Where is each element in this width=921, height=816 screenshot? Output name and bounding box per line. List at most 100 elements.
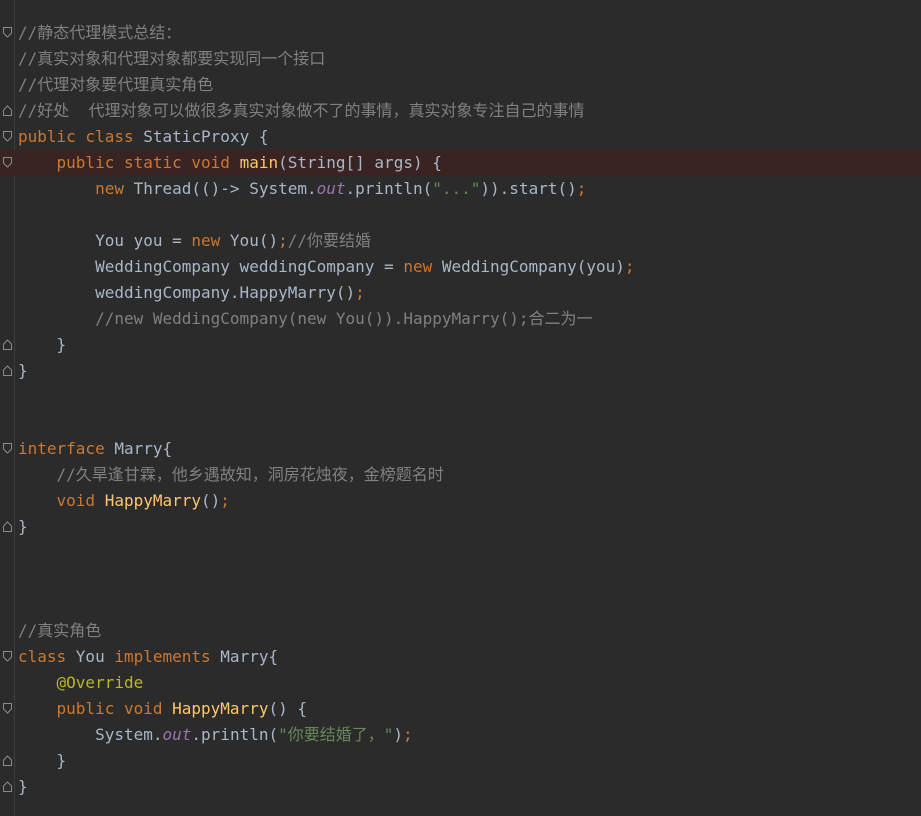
code-token: (String[] args) { bbox=[278, 153, 442, 172]
code-text: //静态代理模式总结： bbox=[18, 20, 181, 46]
code-text: System.out.println("你要结婚了，"); bbox=[18, 722, 413, 748]
code-text: new Thread(()-> System.out.println("..."… bbox=[18, 176, 586, 202]
code-line[interactable]: } bbox=[0, 774, 921, 800]
code-token: @Override bbox=[56, 673, 144, 692]
code-token: HappyMarry bbox=[172, 699, 269, 718]
code-token: ; bbox=[220, 491, 230, 510]
fold-close-icon[interactable] bbox=[3, 521, 12, 532]
code-token: interface bbox=[18, 439, 115, 458]
code-line[interactable]: void HappyMarry(); bbox=[0, 488, 921, 514]
code-text: public void HappyMarry() { bbox=[18, 696, 307, 722]
code-token: ; bbox=[403, 725, 413, 744]
fold-open-icon[interactable] bbox=[3, 651, 12, 662]
code-token: weddingCompany.HappyMarry() bbox=[18, 283, 356, 302]
code-token: { bbox=[162, 439, 173, 458]
code-line[interactable] bbox=[0, 384, 921, 410]
code-text: //new WeddingCompany(new You()).HappyMar… bbox=[18, 306, 592, 332]
code-text: //好处 代理对象可以做很多真实对象做不了的事情，真实对象专注自己的事情 bbox=[18, 98, 585, 124]
code-token: new bbox=[403, 257, 442, 276]
code-line[interactable]: class You implements Marry{ bbox=[0, 644, 921, 670]
fold-close-icon[interactable] bbox=[3, 339, 12, 350]
code-token: public class bbox=[18, 127, 144, 146]
code-token: public static void bbox=[56, 153, 240, 172]
code-token: Marry bbox=[220, 647, 269, 666]
code-line[interactable] bbox=[0, 202, 921, 228]
code-line[interactable]: //new WeddingCompany(new You()).HappyMar… bbox=[0, 306, 921, 332]
code-token: new bbox=[191, 231, 230, 250]
code-line[interactable]: //好处 代理对象可以做很多真实对象做不了的事情，真实对象专注自己的事情 bbox=[0, 98, 921, 124]
code-line[interactable]: public static void main(String[] args) { bbox=[0, 150, 921, 176]
code-line[interactable]: System.out.println("你要结婚了，"); bbox=[0, 722, 921, 748]
code-token: } bbox=[18, 751, 67, 770]
code-text: public static void main(String[] args) { bbox=[18, 150, 442, 176]
code-line[interactable] bbox=[0, 540, 921, 566]
code-token: You() bbox=[229, 231, 279, 250]
code-line[interactable]: @Override bbox=[0, 670, 921, 696]
fold-close-icon[interactable] bbox=[3, 781, 12, 792]
fold-open-icon[interactable] bbox=[3, 27, 12, 38]
code-token: //好处 代理对象可以做很多真实对象做不了的事情，真实对象专注自己的事情 bbox=[18, 101, 585, 120]
code-token: class bbox=[18, 647, 76, 666]
code-editor[interactable]: //静态代理模式总结： //真实对象和代理对象都要实现同一个接口 //代理对象要代理… bbox=[0, 0, 921, 816]
fold-open-icon[interactable] bbox=[3, 443, 12, 454]
code-line[interactable]: interface Marry{ bbox=[0, 436, 921, 462]
code-text: You you = new You();//你要结婚 bbox=[18, 228, 371, 254]
code-line[interactable]: new Thread(()-> System.out.println("..."… bbox=[0, 176, 921, 202]
code-token: .println( bbox=[191, 725, 279, 744]
code-line[interactable]: public class StaticProxy { bbox=[0, 124, 921, 150]
fold-close-icon[interactable] bbox=[3, 105, 12, 116]
code-line[interactable]: //久旱逢甘霖，他乡遇故知，洞房花烛夜，金榜题名时 bbox=[0, 462, 921, 488]
code-text: //真实对象和代理对象都要实现同一个接口 bbox=[18, 46, 325, 72]
code-text: @Override bbox=[18, 670, 144, 696]
fold-open-icon[interactable] bbox=[3, 703, 12, 714]
code-token: //真实角色 bbox=[18, 621, 102, 640]
code-token: () { bbox=[268, 699, 307, 718]
code-line[interactable]: } bbox=[0, 332, 921, 358]
code-token: public void bbox=[56, 699, 173, 718]
code-text: } bbox=[18, 514, 28, 540]
code-token: main bbox=[239, 153, 279, 172]
code-line[interactable]: } bbox=[0, 748, 921, 774]
code-line[interactable]: WeddingCompany weddingCompany = new Wedd… bbox=[0, 254, 921, 280]
code-line[interactable]: public void HappyMarry() { bbox=[0, 696, 921, 722]
code-line[interactable]: } bbox=[0, 514, 921, 540]
code-line[interactable]: You you = new You();//你要结婚 bbox=[0, 228, 921, 254]
code-token: You bbox=[75, 647, 115, 666]
code-token: { bbox=[258, 127, 269, 146]
code-line[interactable] bbox=[0, 410, 921, 436]
fold-close-icon[interactable] bbox=[3, 365, 12, 376]
code-token: ; bbox=[355, 283, 365, 302]
code-line[interactable]: //代理对象要代理真实角色 bbox=[0, 72, 921, 98]
code-text: WeddingCompany weddingCompany = new Wedd… bbox=[18, 254, 634, 280]
code-line[interactable]: //真实对象和代理对象都要实现同一个接口 bbox=[0, 46, 921, 72]
fold-open-icon[interactable] bbox=[3, 157, 12, 168]
code-text: } bbox=[18, 358, 28, 384]
code-token: WeddingCompany(you) bbox=[441, 257, 625, 276]
code-token: } bbox=[18, 517, 28, 536]
code-text: //代理对象要代理真实角色 bbox=[18, 72, 213, 98]
code-token: )).start() bbox=[480, 179, 577, 198]
code-token: Thread(()-> System. bbox=[133, 179, 317, 198]
code-token: ; bbox=[278, 231, 288, 250]
code-token: () bbox=[201, 491, 221, 510]
code-token: System. bbox=[18, 725, 163, 744]
fold-open-icon[interactable] bbox=[3, 131, 12, 142]
code-token: implements bbox=[114, 647, 221, 666]
code-token: } bbox=[18, 335, 67, 354]
code-text: } bbox=[18, 748, 67, 774]
code-line[interactable] bbox=[0, 566, 921, 592]
code-token: ) bbox=[393, 725, 404, 744]
code-line[interactable]: //静态代理模式总结： bbox=[0, 20, 921, 46]
code-token: } bbox=[18, 777, 28, 796]
code-token: //你要结婚 bbox=[287, 231, 372, 250]
code-token: Marry bbox=[114, 439, 163, 458]
code-token: You you = bbox=[18, 231, 192, 250]
code-line[interactable] bbox=[0, 592, 921, 618]
code-line[interactable]: } bbox=[0, 358, 921, 384]
code-line[interactable]: //真实角色 bbox=[0, 618, 921, 644]
fold-close-icon[interactable] bbox=[3, 755, 12, 766]
code-line[interactable]: weddingCompany.HappyMarry(); bbox=[0, 280, 921, 306]
